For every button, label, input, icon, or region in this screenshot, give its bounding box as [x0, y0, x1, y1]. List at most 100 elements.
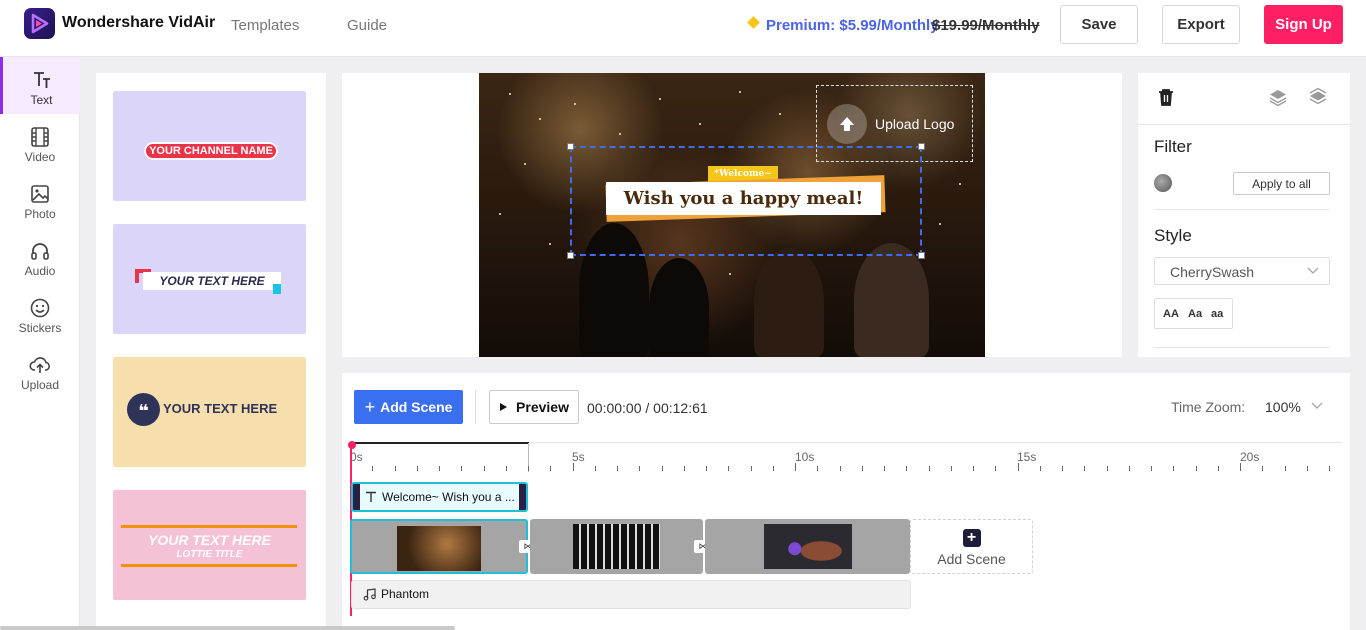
- add-scene-button[interactable]: + Add Scene: [354, 390, 463, 424]
- scene-clip-2[interactable]: [530, 519, 703, 574]
- template-card[interactable]: YOUR TEXT HERE: [113, 224, 306, 334]
- light-speck: [539, 118, 541, 120]
- save-button[interactable]: Save: [1060, 5, 1138, 44]
- chevron-down-icon[interactable]: [1311, 402, 1323, 410]
- chevron-down-icon: [1307, 267, 1319, 274]
- person-silhouette: [754, 248, 824, 357]
- ruler-tick: [550, 466, 552, 471]
- scene-clip-1[interactable]: [350, 519, 528, 574]
- ruler-tick: [861, 466, 863, 471]
- text-icon: [366, 491, 376, 502]
- sign-up-button[interactable]: Sign Up: [1264, 5, 1343, 44]
- ruler-tick: [416, 466, 418, 471]
- ruler-tick: [728, 466, 730, 471]
- ruler-tick: [1151, 466, 1152, 471]
- preview-canvas-area: Upload Logo *Welcome~ Wish you a happy m…: [342, 73, 1122, 357]
- ruler-tick: [1106, 466, 1108, 471]
- divider: [1138, 124, 1350, 125]
- upload-arrow-icon: [827, 103, 867, 144]
- style-title: Style: [1154, 226, 1192, 245]
- template-card[interactable]: ❝ YOUR TEXT HERE: [113, 357, 306, 467]
- ruler-tick: [461, 466, 463, 471]
- nav-guide[interactable]: Guide: [347, 17, 387, 34]
- ruler-tick: [817, 466, 819, 471]
- timeline-ruler[interactable]: 0s 5s 10s 15s 20s: [350, 442, 1342, 472]
- headline-text[interactable]: Wish you a happy meal!: [606, 182, 881, 215]
- light-speck: [739, 91, 741, 93]
- ruler-tick: [1084, 466, 1086, 471]
- case-title-button[interactable]: Aa: [1188, 308, 1202, 320]
- ruler-tick: [1128, 466, 1130, 471]
- filter-swatch[interactable]: [1154, 174, 1172, 192]
- scene-clip-3[interactable]: [705, 519, 910, 574]
- layer-down-icon[interactable]: [1268, 87, 1288, 107]
- preview-button[interactable]: Preview: [489, 390, 579, 424]
- video-preview[interactable]: Upload Logo *Welcome~ Wish you a happy m…: [479, 73, 985, 357]
- plus-icon: +: [962, 529, 981, 547]
- rail-item-text[interactable]: Text: [0, 57, 80, 114]
- premium-gem-icon: [747, 16, 760, 29]
- ruler-label: 5s: [572, 450, 585, 464]
- horizontal-scrollbar[interactable]: [0, 626, 455, 630]
- font-select[interactable]: CherrySwash: [1154, 257, 1330, 285]
- ruler-tick: [1240, 463, 1241, 471]
- clip-trim-handle[interactable]: [519, 484, 526, 510]
- add-scene-tile[interactable]: + Add Scene: [910, 519, 1033, 574]
- light-speck: [619, 133, 621, 135]
- app-name: Wondershare VidAir: [62, 14, 216, 31]
- playhead-handle[interactable]: [348, 441, 356, 449]
- rail-label-upload: Upload: [20, 378, 60, 392]
- audio-track-clip[interactable]: Phantom: [351, 580, 911, 609]
- ruler-label: 10s: [795, 450, 815, 464]
- film-icon: [31, 127, 49, 147]
- rail-item-stickers[interactable]: Stickers: [0, 285, 80, 342]
- ruler-progress: [350, 442, 529, 444]
- ruler-tick: [1284, 466, 1286, 471]
- time-zoom-select[interactable]: 100%: [1265, 399, 1301, 415]
- clip-trim-handle[interactable]: [353, 484, 360, 510]
- app-logo[interactable]: [24, 8, 55, 39]
- ruler-tick: [372, 466, 374, 471]
- plus-icon: +: [364, 396, 376, 417]
- export-button[interactable]: Export: [1162, 5, 1240, 44]
- ruler-tick: [1195, 466, 1197, 471]
- smiley-icon: [30, 298, 50, 318]
- resize-handle[interactable]: [918, 252, 925, 259]
- template-subtext: LOTTIE TITLE: [176, 549, 243, 560]
- template-card[interactable]: YOUR CHANNEL NAME: [113, 91, 306, 201]
- add-scene-tile-label: Add Scene: [937, 551, 1006, 567]
- case-lower-button[interactable]: aa: [1211, 308, 1223, 320]
- resize-handle[interactable]: [567, 252, 574, 259]
- person-silhouette: [649, 258, 709, 357]
- light-speck: [959, 183, 961, 185]
- layer-up-icon[interactable]: [1308, 87, 1328, 107]
- template-line: [121, 564, 297, 567]
- premium-offer[interactable]: Premium: $5.99/Monthly: [766, 17, 939, 34]
- headphones-icon: [31, 243, 49, 260]
- nav-templates[interactable]: Templates: [231, 17, 299, 34]
- person-silhouette: [854, 243, 929, 357]
- rail-item-audio[interactable]: Audio: [0, 228, 80, 285]
- template-text: YOUR CHANNEL NAME: [144, 142, 278, 160]
- trash-icon[interactable]: [1156, 87, 1176, 107]
- ruler-tick: [906, 466, 908, 471]
- rail-item-video[interactable]: Video: [0, 114, 80, 171]
- ruler-tick: [750, 466, 752, 471]
- quote-icon: ❝: [127, 393, 160, 426]
- template-card[interactable]: YOUR TEXT HERE LOTTIE TITLE: [113, 490, 306, 600]
- time-readout: 00:00:00 / 00:12:61: [587, 400, 708, 416]
- text-track-clip[interactable]: Welcome~ Wish you a ...: [351, 482, 528, 512]
- resize-handle[interactable]: [918, 143, 925, 150]
- case-upper-button[interactable]: AA: [1163, 308, 1179, 320]
- top-bar: Wondershare VidAir Templates Guide Premi…: [0, 0, 1366, 57]
- ruler-tick: [1306, 466, 1308, 471]
- ruler-tick: [795, 463, 796, 471]
- template-text: YOUR TEXT HERE: [148, 532, 271, 548]
- rail-item-upload[interactable]: Upload: [0, 342, 80, 399]
- rail-item-photo[interactable]: Photo: [0, 171, 80, 228]
- light-speck: [939, 223, 941, 225]
- scene-thumbnail: [397, 526, 481, 571]
- resize-handle[interactable]: [567, 143, 574, 150]
- ruler-label: 20s: [1240, 450, 1260, 464]
- apply-to-all-button[interactable]: Apply to all: [1233, 172, 1330, 195]
